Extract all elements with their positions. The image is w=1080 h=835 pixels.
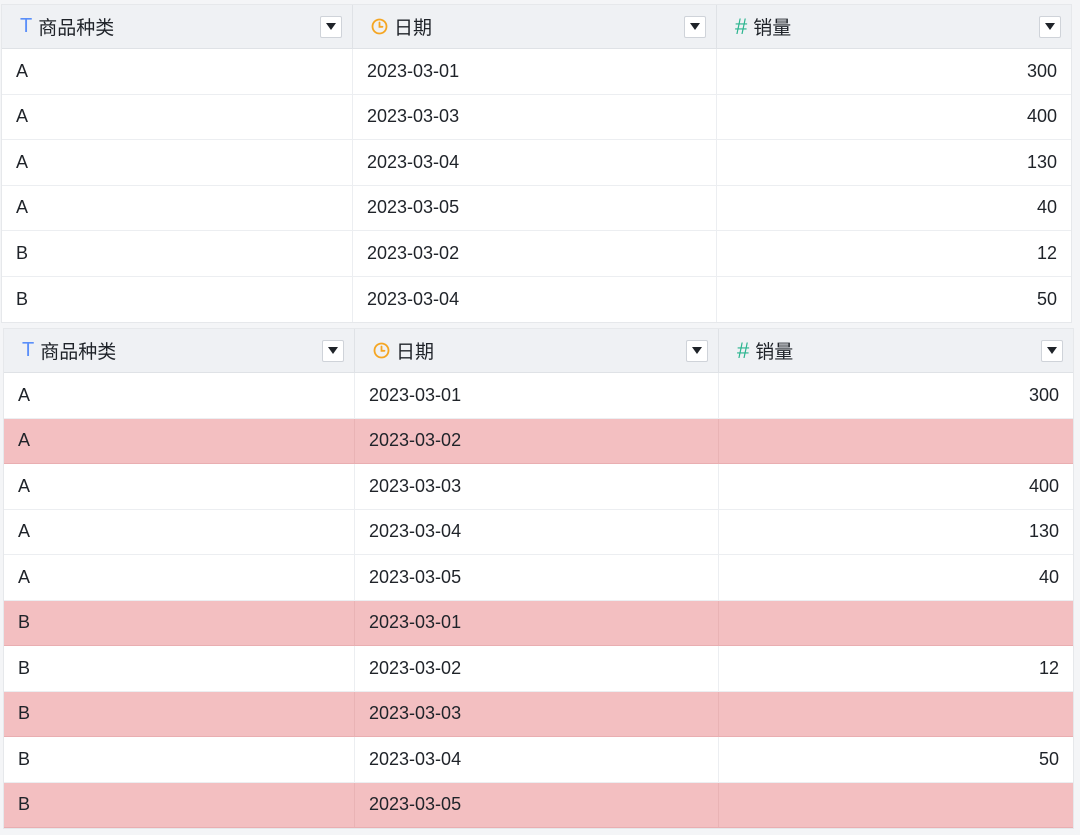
column-label: 销量 [755, 342, 794, 363]
clock-icon [373, 342, 390, 359]
cell-sales[interactable]: 12 [719, 646, 1073, 691]
cell-category[interactable]: A [4, 555, 355, 600]
table-row[interactable]: A 2023-03-03 400 [4, 464, 1073, 510]
cell-sales[interactable]: 40 [719, 555, 1073, 600]
clock-icon [371, 18, 388, 35]
cell-category[interactable]: B [4, 782, 355, 827]
table-header: T 商品种类 日期 # 销量 [4, 329, 1073, 373]
column-dropdown-button[interactable] [322, 339, 344, 362]
cell-sales[interactable]: 12 [717, 231, 1071, 276]
column-label: 日期 [396, 342, 435, 363]
table-row[interactable]: B 2023-03-02 12 [2, 231, 1071, 277]
original-data-table: T 商品种类 日期 # 销量 A 2023-03-01 300 A 2023-03-03… [1, 4, 1072, 323]
cell-sales[interactable]: 40 [717, 186, 1071, 231]
cell-category[interactable]: A [4, 509, 355, 554]
hash-icon: # [737, 337, 750, 363]
column-header-sales[interactable]: # 销量 [719, 329, 1073, 372]
text-type-icon: T [20, 15, 33, 37]
cell-sales[interactable]: 130 [719, 510, 1073, 555]
cell-category[interactable]: B [4, 646, 355, 691]
table-row[interactable]: A 2023-03-05 40 [2, 185, 1071, 231]
table-header: T 商品种类 日期 # 销量 [2, 5, 1071, 49]
column-label: 商品种类 [38, 18, 115, 39]
table-row[interactable]: B 2023-03-04 50 [2, 276, 1071, 323]
column-dropdown-button[interactable] [1039, 15, 1061, 38]
cell-date[interactable]: 2023-03-05 [355, 782, 719, 827]
cell-category[interactable]: A [2, 140, 353, 185]
table-row-filled[interactable]: B 2023-03-03 [4, 691, 1073, 737]
table-row[interactable]: A 2023-03-04 130 [2, 140, 1071, 186]
column-label: 日期 [394, 18, 433, 39]
table-row[interactable]: A 2023-03-01 300 [4, 373, 1073, 419]
cell-date[interactable]: 2023-03-04 [355, 737, 719, 782]
cell-category[interactable]: A [2, 49, 353, 94]
cell-category[interactable]: B [4, 737, 355, 782]
column-dropdown-button[interactable] [686, 339, 708, 362]
cell-sales[interactable]: 130 [717, 140, 1071, 185]
cell-sales[interactable] [719, 692, 1073, 737]
cell-date[interactable]: 2023-03-01 [353, 49, 717, 94]
cell-category[interactable]: B [4, 600, 355, 645]
cell-sales[interactable] [719, 419, 1073, 464]
column-dropdown-button[interactable] [320, 15, 342, 38]
cell-date[interactable]: 2023-03-04 [353, 276, 717, 322]
cell-date[interactable]: 2023-03-03 [355, 464, 719, 509]
cell-sales[interactable]: 50 [717, 277, 1071, 323]
cell-date[interactable]: 2023-03-05 [353, 185, 717, 230]
hash-icon: # [735, 13, 748, 39]
cell-date[interactable]: 2023-03-03 [355, 691, 719, 736]
table-row[interactable]: A 2023-03-05 40 [4, 555, 1073, 601]
cell-date[interactable]: 2023-03-02 [355, 418, 719, 463]
cell-date[interactable]: 2023-03-02 [353, 231, 717, 276]
cell-category[interactable]: B [2, 276, 353, 322]
cell-date[interactable]: 2023-03-05 [355, 555, 719, 600]
column-label: 商品种类 [40, 342, 117, 363]
column-header-category[interactable]: T 商品种类 [2, 5, 353, 48]
table-row[interactable]: B 2023-03-02 12 [4, 646, 1073, 692]
cell-date[interactable]: 2023-03-02 [355, 646, 719, 691]
cell-sales[interactable]: 50 [719, 737, 1073, 782]
text-type-icon: T [22, 339, 35, 361]
column-dropdown-button[interactable] [684, 15, 706, 38]
completed-data-table: T 商品种类 日期 # 销量 A 2023-03-01 300 A 2023-03-02… [3, 328, 1074, 829]
column-header-date[interactable]: 日期 [355, 329, 719, 372]
cell-category[interactable]: B [2, 231, 353, 276]
cell-date[interactable]: 2023-03-01 [355, 600, 719, 645]
cell-date[interactable]: 2023-03-01 [355, 373, 719, 418]
table-row[interactable]: A 2023-03-01 300 [2, 49, 1071, 95]
table-row-filled[interactable]: A 2023-03-02 [4, 418, 1073, 464]
cell-category[interactable]: A [4, 464, 355, 509]
cell-date[interactable]: 2023-03-04 [353, 140, 717, 185]
column-dropdown-button[interactable] [1041, 339, 1063, 362]
cell-category[interactable]: A [4, 418, 355, 463]
table-row[interactable]: A 2023-03-04 130 [4, 509, 1073, 555]
cell-date[interactable]: 2023-03-03 [353, 94, 717, 139]
cell-sales[interactable]: 400 [717, 95, 1071, 140]
column-header-date[interactable]: 日期 [353, 5, 717, 48]
cell-category[interactable]: A [2, 185, 353, 230]
column-label: 销量 [753, 18, 792, 39]
cell-sales[interactable]: 300 [717, 49, 1071, 94]
column-header-sales[interactable]: # 销量 [717, 5, 1071, 48]
cell-sales[interactable] [719, 783, 1073, 828]
table-row[interactable]: B 2023-03-04 50 [4, 737, 1073, 783]
cell-category[interactable]: A [2, 94, 353, 139]
cell-sales[interactable]: 300 [719, 373, 1073, 418]
cell-sales[interactable]: 400 [719, 464, 1073, 509]
table-row-filled[interactable]: B 2023-03-01 [4, 600, 1073, 646]
column-header-category[interactable]: T 商品种类 [4, 329, 355, 372]
table-row[interactable]: A 2023-03-03 400 [2, 94, 1071, 140]
cell-date[interactable]: 2023-03-04 [355, 509, 719, 554]
cell-sales[interactable] [719, 601, 1073, 646]
cell-category[interactable]: A [4, 373, 355, 418]
cell-category[interactable]: B [4, 691, 355, 736]
table-row-filled[interactable]: B 2023-03-05 [4, 782, 1073, 828]
